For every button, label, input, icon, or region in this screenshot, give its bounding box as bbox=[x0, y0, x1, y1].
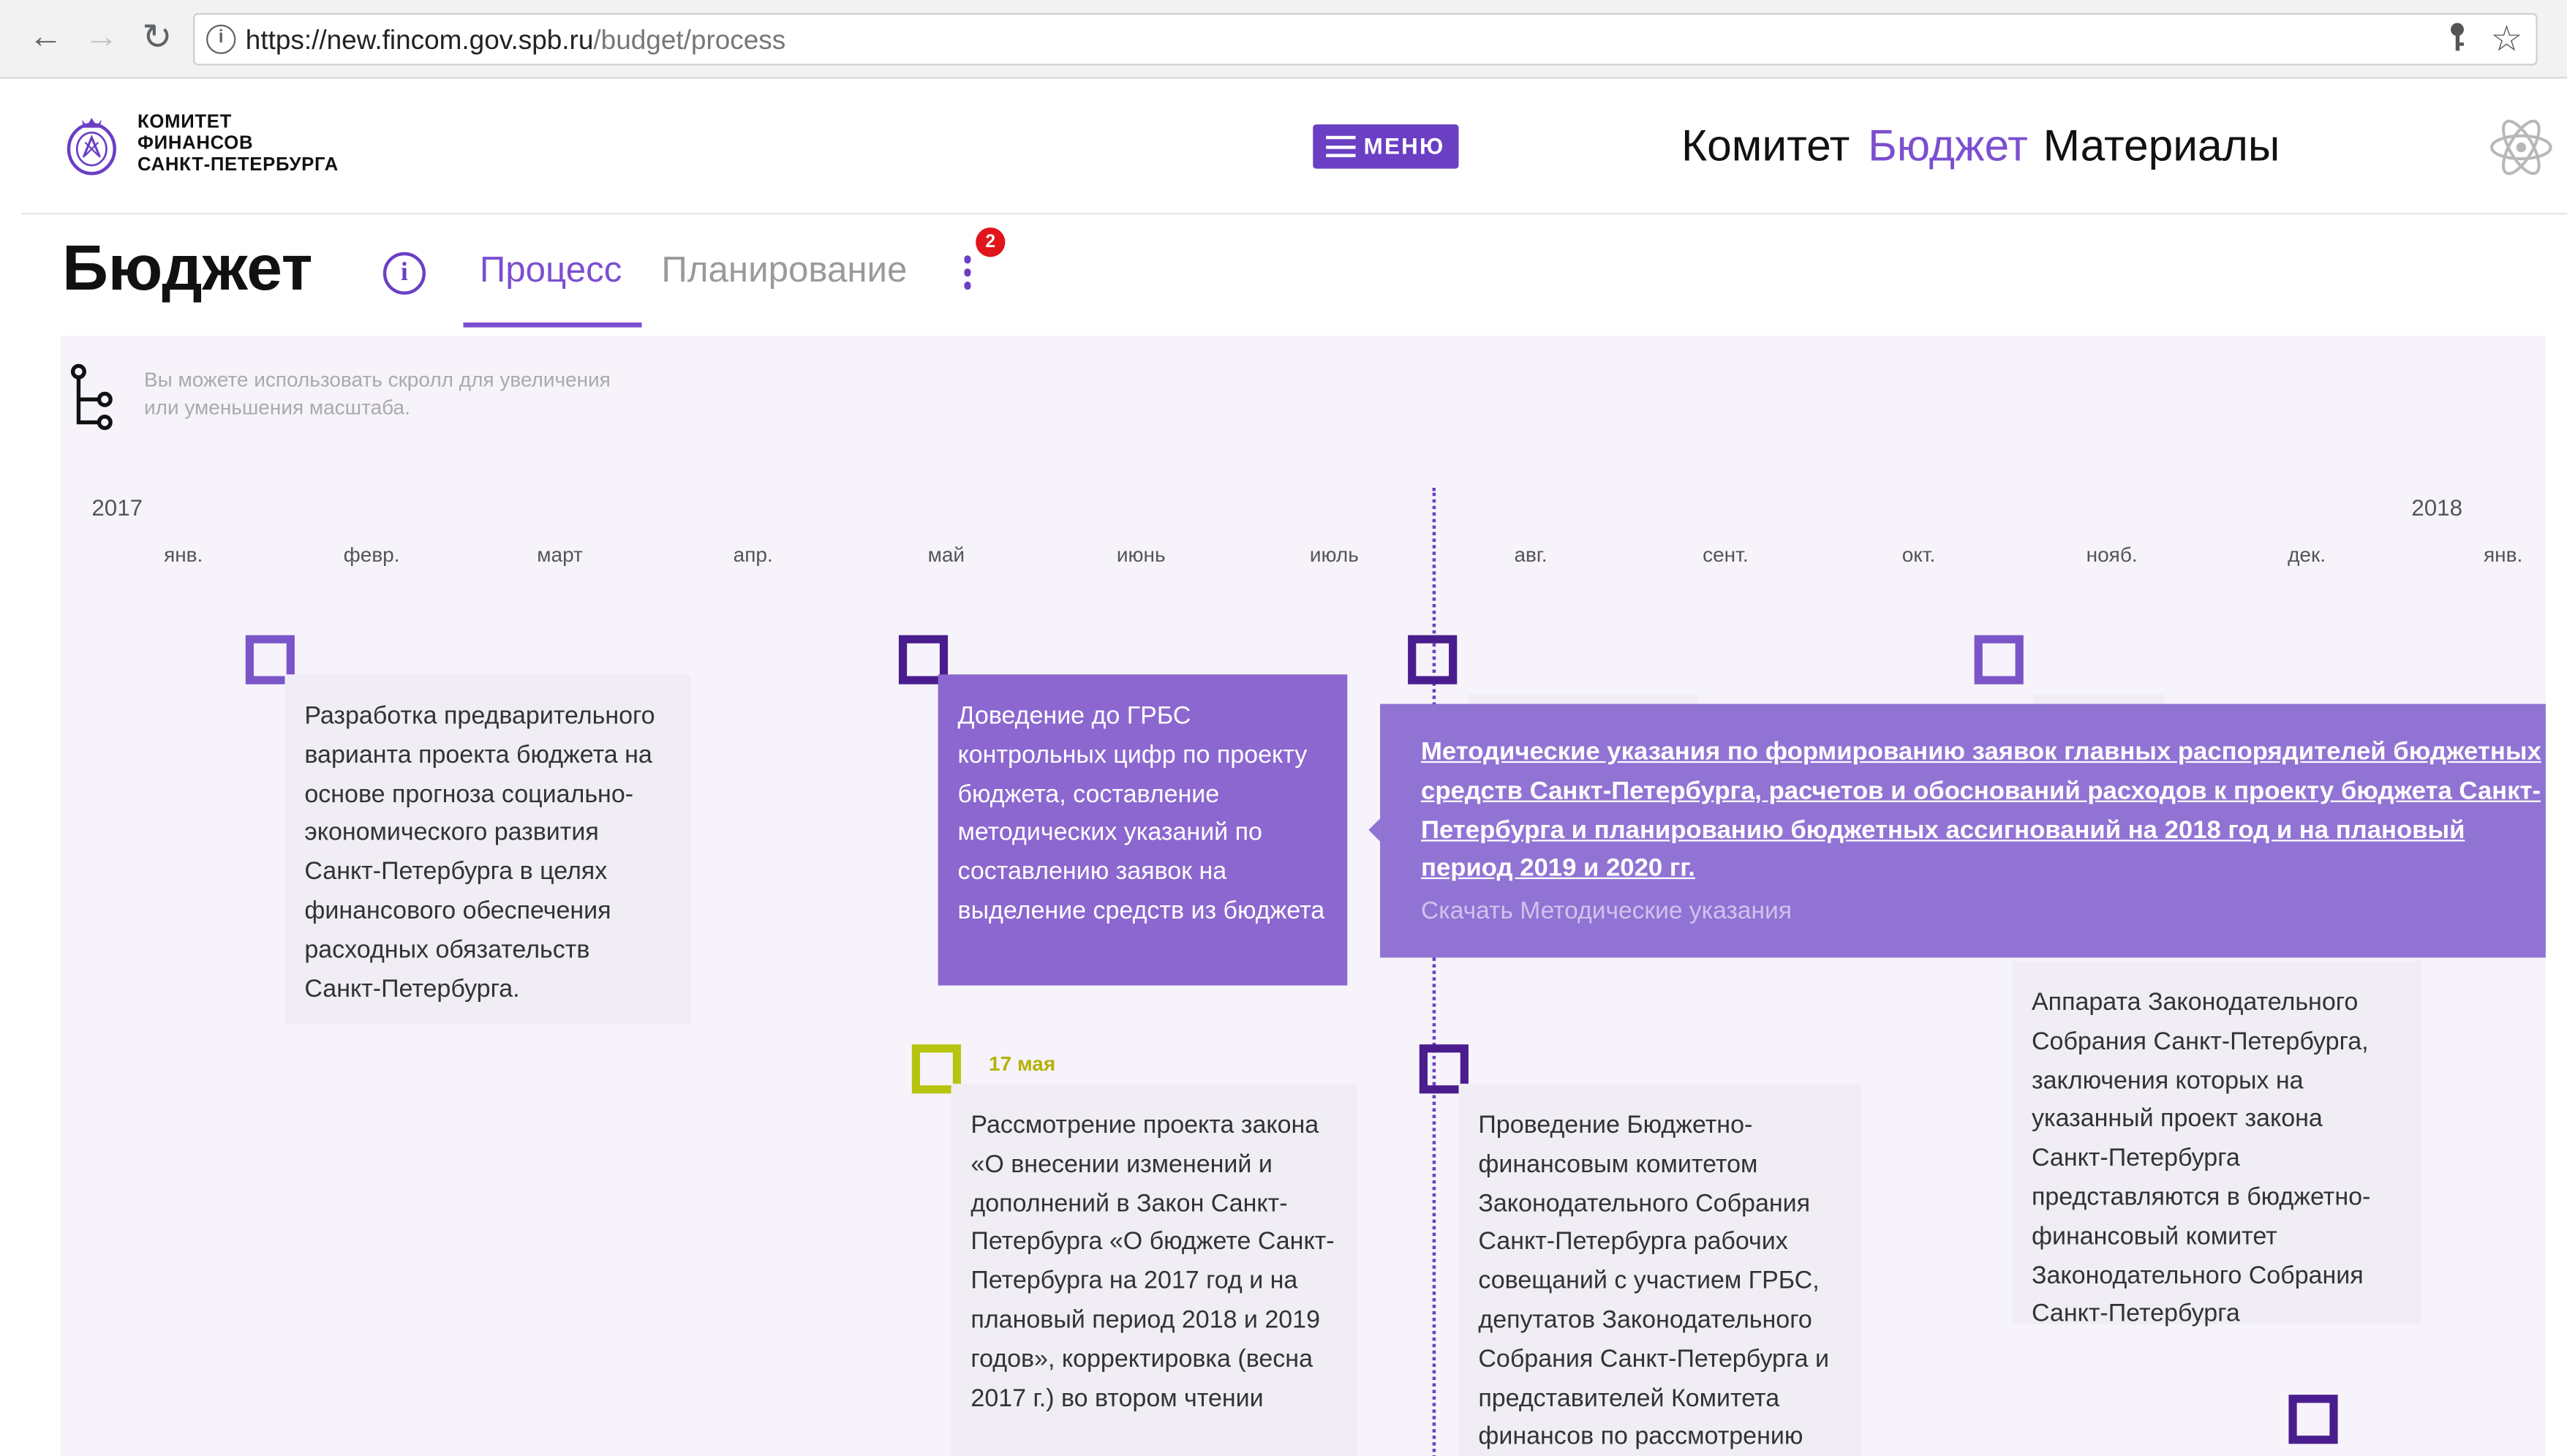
month-label: апр. bbox=[733, 543, 773, 567]
logo-line-1: КОМИТЕТ bbox=[137, 113, 233, 133]
scroll-hint: Вы можете использовать скролл для увелич… bbox=[144, 366, 685, 422]
month-label: март bbox=[537, 543, 583, 567]
download-link[interactable]: Скачать Методические указания bbox=[1421, 897, 2542, 925]
month-label: янв. bbox=[164, 543, 203, 567]
year-label-end: 2018 bbox=[2411, 494, 2463, 521]
month-label: февр. bbox=[343, 543, 400, 567]
bookmark-star-icon[interactable]: ☆ bbox=[2490, 18, 2522, 61]
logo-line-2: ФИНАНСОВ bbox=[137, 134, 254, 154]
page-root: ← → ↻ i https://new.fincom.gov.spb.ru/bu… bbox=[0, 0, 2567, 1456]
info-tab-icon[interactable]: i bbox=[382, 252, 426, 295]
event-marker[interactable] bbox=[1974, 635, 2024, 684]
menu-button[interactable]: МЕНЮ bbox=[1313, 124, 1459, 169]
site-header: КОМИТЕТ ФИНАНСОВ САНКТ-ПЕТЕРБУРГА МЕНЮ К… bbox=[21, 80, 2567, 215]
year-label-start: 2017 bbox=[91, 494, 143, 521]
event-marker[interactable] bbox=[1408, 635, 1458, 684]
more-options-icon[interactable] bbox=[960, 255, 976, 298]
menu-button-label: МЕНЮ bbox=[1363, 132, 1445, 159]
nav-link-budget[interactable]: Бюджет bbox=[1868, 121, 2028, 172]
document-link[interactable]: Методические указания по формированию за… bbox=[1421, 733, 2542, 889]
month-label: нояб. bbox=[2086, 543, 2138, 567]
back-icon[interactable]: ← bbox=[26, 18, 66, 58]
notification-badge: 2 bbox=[976, 227, 1006, 257]
logo-text[interactable]: КОМИТЕТ ФИНАНСОВ САНКТ-ПЕТЕРБУРГА bbox=[137, 113, 339, 176]
page-title: Бюджет bbox=[62, 234, 313, 305]
document-popup: Методические указания по формированию за… bbox=[1368, 704, 2546, 958]
event-date-label: 17 мая bbox=[989, 1052, 1056, 1076]
url-host: https://new.fincom.gov.spb.ru bbox=[245, 26, 594, 56]
tab-planning[interactable]: Планирование bbox=[661, 249, 907, 291]
reload-icon[interactable]: ↻ bbox=[137, 18, 177, 58]
url-text[interactable]: https://new.fincom.gov.spb.ru/budget/pro… bbox=[246, 26, 785, 58]
logo-line-3: САНКТ-ПЕТЕРБУРГА bbox=[137, 155, 339, 176]
timeline-area[interactable]: Вы можете использовать скролл для увелич… bbox=[60, 335, 2546, 1456]
event-card[interactable]: Рассмотрение проекта закона «О внесении … bbox=[951, 1083, 1357, 1456]
month-label: сент. bbox=[1703, 543, 1749, 567]
active-tab-underline bbox=[463, 322, 642, 328]
key-icon[interactable] bbox=[2448, 21, 2468, 62]
month-label: янв. bbox=[2484, 543, 2523, 567]
scroll-hint-line-1: Вы можете использовать скролл для увелич… bbox=[143, 368, 611, 392]
url-path: /budget/process bbox=[593, 26, 786, 56]
month-label: июль bbox=[1309, 543, 1359, 567]
month-label: май bbox=[927, 543, 965, 567]
forward-icon[interactable]: → bbox=[82, 18, 121, 58]
nav-link-materials[interactable]: Материалы bbox=[2043, 121, 2280, 172]
atom-icon[interactable] bbox=[2487, 113, 2555, 181]
browser-toolbar: ← → ↻ i https://new.fincom.gov.spb.ru/bu… bbox=[0, 0, 2567, 79]
current-date-line bbox=[1432, 488, 1436, 1456]
scroll-hint-line-2: или уменьшения масштаба. bbox=[143, 396, 410, 420]
event-marker[interactable] bbox=[2288, 1395, 2338, 1444]
nav-link-committee[interactable]: Комитет bbox=[1681, 121, 1850, 172]
event-card[interactable]: Проведение Бюджетно-финансовым комитетом… bbox=[1458, 1083, 1862, 1456]
month-label: дек. bbox=[2288, 543, 2326, 567]
event-card[interactable]: Аппарата Законодательного Собрания Санкт… bbox=[2012, 960, 2421, 1328]
hamburger-icon bbox=[1326, 135, 1356, 157]
coat-of-arms-icon[interactable] bbox=[64, 113, 119, 178]
popup-arrow bbox=[1368, 818, 1381, 842]
site-info-icon[interactable]: i bbox=[206, 24, 236, 54]
event-card-selected[interactable]: Доведение до ГРБС контрольных цифр по пр… bbox=[938, 674, 1348, 986]
tab-process[interactable]: Процесс bbox=[480, 249, 622, 291]
address-bar[interactable]: i https://new.fincom.gov.spb.ru/budget/p… bbox=[193, 12, 2538, 66]
month-label: окт. bbox=[1901, 543, 1936, 567]
month-label: июнь bbox=[1116, 543, 1166, 567]
branch-icon bbox=[69, 363, 121, 432]
event-card[interactable]: Разработка предварительного варианта про… bbox=[284, 674, 691, 1025]
month-label: авг. bbox=[1514, 543, 1548, 567]
